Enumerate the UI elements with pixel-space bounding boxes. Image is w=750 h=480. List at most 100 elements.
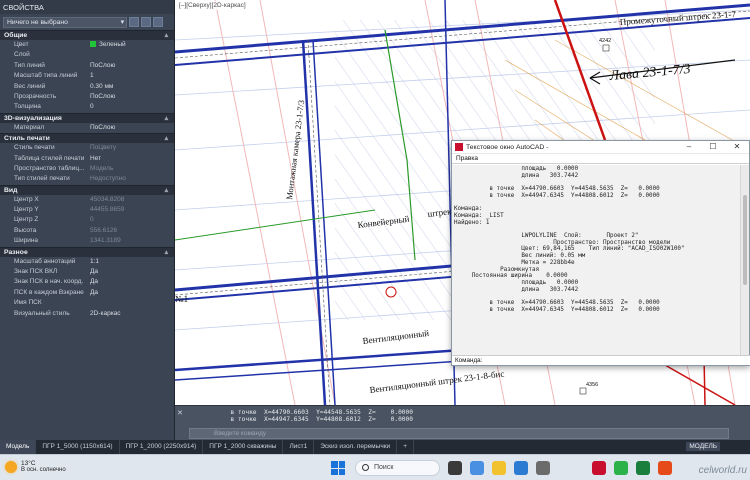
widgets-icon[interactable] <box>470 461 484 475</box>
property-value[interactable]: Зеленый <box>86 40 174 50</box>
property-row[interactable]: Стиль печати ПоЦвету <box>0 143 174 153</box>
property-value[interactable]: 0 <box>86 215 174 225</box>
app-icon[interactable] <box>536 461 550 475</box>
property-value-text: ПоСлою <box>90 61 116 69</box>
section-header[interactable]: Разное <box>0 246 174 257</box>
windows-start-icon[interactable] <box>331 461 345 475</box>
quick-select-icon[interactable] <box>129 17 139 27</box>
app-icon-2[interactable] <box>614 461 628 475</box>
property-row[interactable]: Имя ПСК <box>0 298 174 308</box>
excel-icon[interactable] <box>636 461 650 475</box>
property-value[interactable]: Модель <box>86 164 174 174</box>
property-row[interactable]: Прозрачность ПоСлою <box>0 92 174 102</box>
property-row[interactable]: Пространство таблиц... Модель <box>0 164 174 174</box>
property-value[interactable]: Да <box>86 267 174 277</box>
weather-text: В осн. солнечно <box>21 467 66 473</box>
property-value-text: 1341.3189 <box>90 237 121 245</box>
property-value[interactable]: 2D-каркас <box>86 309 174 319</box>
viewport-controls[interactable]: [–][Сверху][2D-каркас] <box>177 1 248 10</box>
property-row[interactable]: Цвет Зеленый <box>0 40 174 50</box>
browser-icon[interactable] <box>514 461 528 475</box>
layout-tab[interactable]: Лист1 <box>283 440 315 454</box>
property-row[interactable]: Тип линий ПоСлою <box>0 61 174 71</box>
property-value[interactable]: 45034.8208 <box>86 195 174 205</box>
section-header[interactable]: Вид <box>0 184 174 195</box>
minimize-icon[interactable]: – <box>677 141 701 153</box>
autocad-icon[interactable] <box>592 461 606 475</box>
text-window-command-line[interactable]: Команда: <box>452 355 750 365</box>
taskbar-search[interactable]: Поиск <box>355 460 440 476</box>
property-value[interactable]: ПоСлою <box>86 92 174 102</box>
menu-edit[interactable]: Правка <box>452 154 749 164</box>
select-objects-icon[interactable] <box>141 17 151 27</box>
section-header[interactable]: Общие <box>0 30 174 40</box>
property-row[interactable]: Центр Z 0 <box>0 215 174 225</box>
add-layout-button[interactable]: + <box>397 440 414 454</box>
property-value[interactable]: ПоЦвету <box>86 143 174 153</box>
property-value[interactable]: 44455.8659 <box>86 205 174 215</box>
close-icon[interactable]: ✕ <box>177 409 183 417</box>
property-row[interactable]: Материал ПоСлою <box>0 123 174 133</box>
properties-toolbar: Ничего не выбрано <box>0 14 174 30</box>
model-space-button[interactable]: МОДЕЛЬ <box>686 442 720 451</box>
property-value[interactable]: 556.6126 <box>86 226 174 236</box>
task-view-icon[interactable] <box>448 461 462 475</box>
property-name: Центр Y <box>14 206 39 214</box>
property-value[interactable]: Да <box>86 288 174 298</box>
property-row[interactable]: Слой <box>0 50 174 60</box>
property-name: Материал <box>14 123 45 131</box>
property-value[interactable]: 0 <box>86 102 174 112</box>
property-row[interactable]: Высота 556.6126 <box>0 226 174 236</box>
property-value-text: ПоСлою <box>90 123 116 131</box>
property-value-text: Зеленый <box>99 41 126 48</box>
close-icon[interactable]: ✕ <box>725 141 749 153</box>
property-row[interactable]: Центр Y 44455.8659 <box>0 205 174 215</box>
property-row[interactable]: Масштаб аннотаций 1:1 <box>0 257 174 267</box>
command-input[interactable]: Введите команду <box>189 428 729 439</box>
property-value[interactable]: 0.30 мм <box>86 82 174 92</box>
property-value[interactable] <box>86 50 174 60</box>
property-value[interactable]: ПоСлою <box>86 123 174 133</box>
file-explorer-icon[interactable] <box>492 461 506 475</box>
property-value[interactable]: ПоСлою <box>86 61 174 71</box>
property-row[interactable]: Центр X 45034.8208 <box>0 195 174 205</box>
property-value-text: Модель <box>90 164 114 172</box>
property-value[interactable]: Недоступно <box>86 174 174 184</box>
property-value[interactable]: 1 <box>86 71 174 81</box>
property-row[interactable]: Ширина 1341.3189 <box>0 236 174 246</box>
property-name: Таблица стилей печати <box>14 154 85 162</box>
property-name: Ширина <box>14 237 39 245</box>
maximize-icon[interactable]: ☐ <box>701 141 725 153</box>
layout-tab[interactable]: ПГР 1_5000 (1150х614) <box>36 440 120 454</box>
text-window-scrollbar[interactable] <box>740 165 749 357</box>
selection-dropdown[interactable]: Ничего не выбрано <box>3 16 127 28</box>
pickadd-toggle-icon[interactable] <box>153 17 163 27</box>
section-header[interactable]: 3D-визуализация <box>0 112 174 123</box>
property-row[interactable]: Знак ПСК в нач. коорд. Да <box>0 277 174 287</box>
property-value[interactable] <box>86 298 174 308</box>
property-value-text: ПоЦвету <box>90 144 117 152</box>
property-value[interactable]: Нет <box>86 154 174 164</box>
weather-widget[interactable]: 13°C В осн. солнечно <box>5 460 66 474</box>
property-row[interactable]: Масштаб типа линий 1 <box>0 71 174 81</box>
text-window-titlebar[interactable]: Текстовое окно AutoCAD - – ☐ ✕ <box>452 141 749 154</box>
layout-tab[interactable]: Модель <box>0 440 37 454</box>
property-name: Центр Z <box>14 216 39 224</box>
app-icon-3[interactable] <box>658 461 672 475</box>
layout-tab[interactable]: ПГР 1_2000 (2250х914) <box>120 440 204 454</box>
property-name: ПСК в каждом Вэкране <box>14 288 84 296</box>
property-row[interactable]: Толщина 0 <box>0 102 174 112</box>
property-row[interactable]: Тип стилей печати Недоступно <box>0 174 174 184</box>
property-value[interactable]: 1:1 <box>86 257 174 267</box>
layout-tab[interactable]: Эскиз изол. перемычки <box>314 440 398 454</box>
property-row[interactable]: ПСК в каждом Вэкране Да <box>0 288 174 298</box>
property-row[interactable]: Визуальный стиль 2D-каркас <box>0 309 174 319</box>
layout-tab[interactable]: ПГР 1_2000 скважины <box>203 440 284 454</box>
property-name: Высота <box>14 226 37 234</box>
property-row[interactable]: Вес линий 0.30 мм <box>0 82 174 92</box>
property-value[interactable]: 1341.3189 <box>86 236 174 246</box>
section-header[interactable]: Стиль печати <box>0 133 174 144</box>
property-row[interactable]: Знак ПСК ВКЛ Да <box>0 267 174 277</box>
property-row[interactable]: Таблица стилей печати Нет <box>0 154 174 164</box>
property-value[interactable]: Да <box>86 277 174 287</box>
